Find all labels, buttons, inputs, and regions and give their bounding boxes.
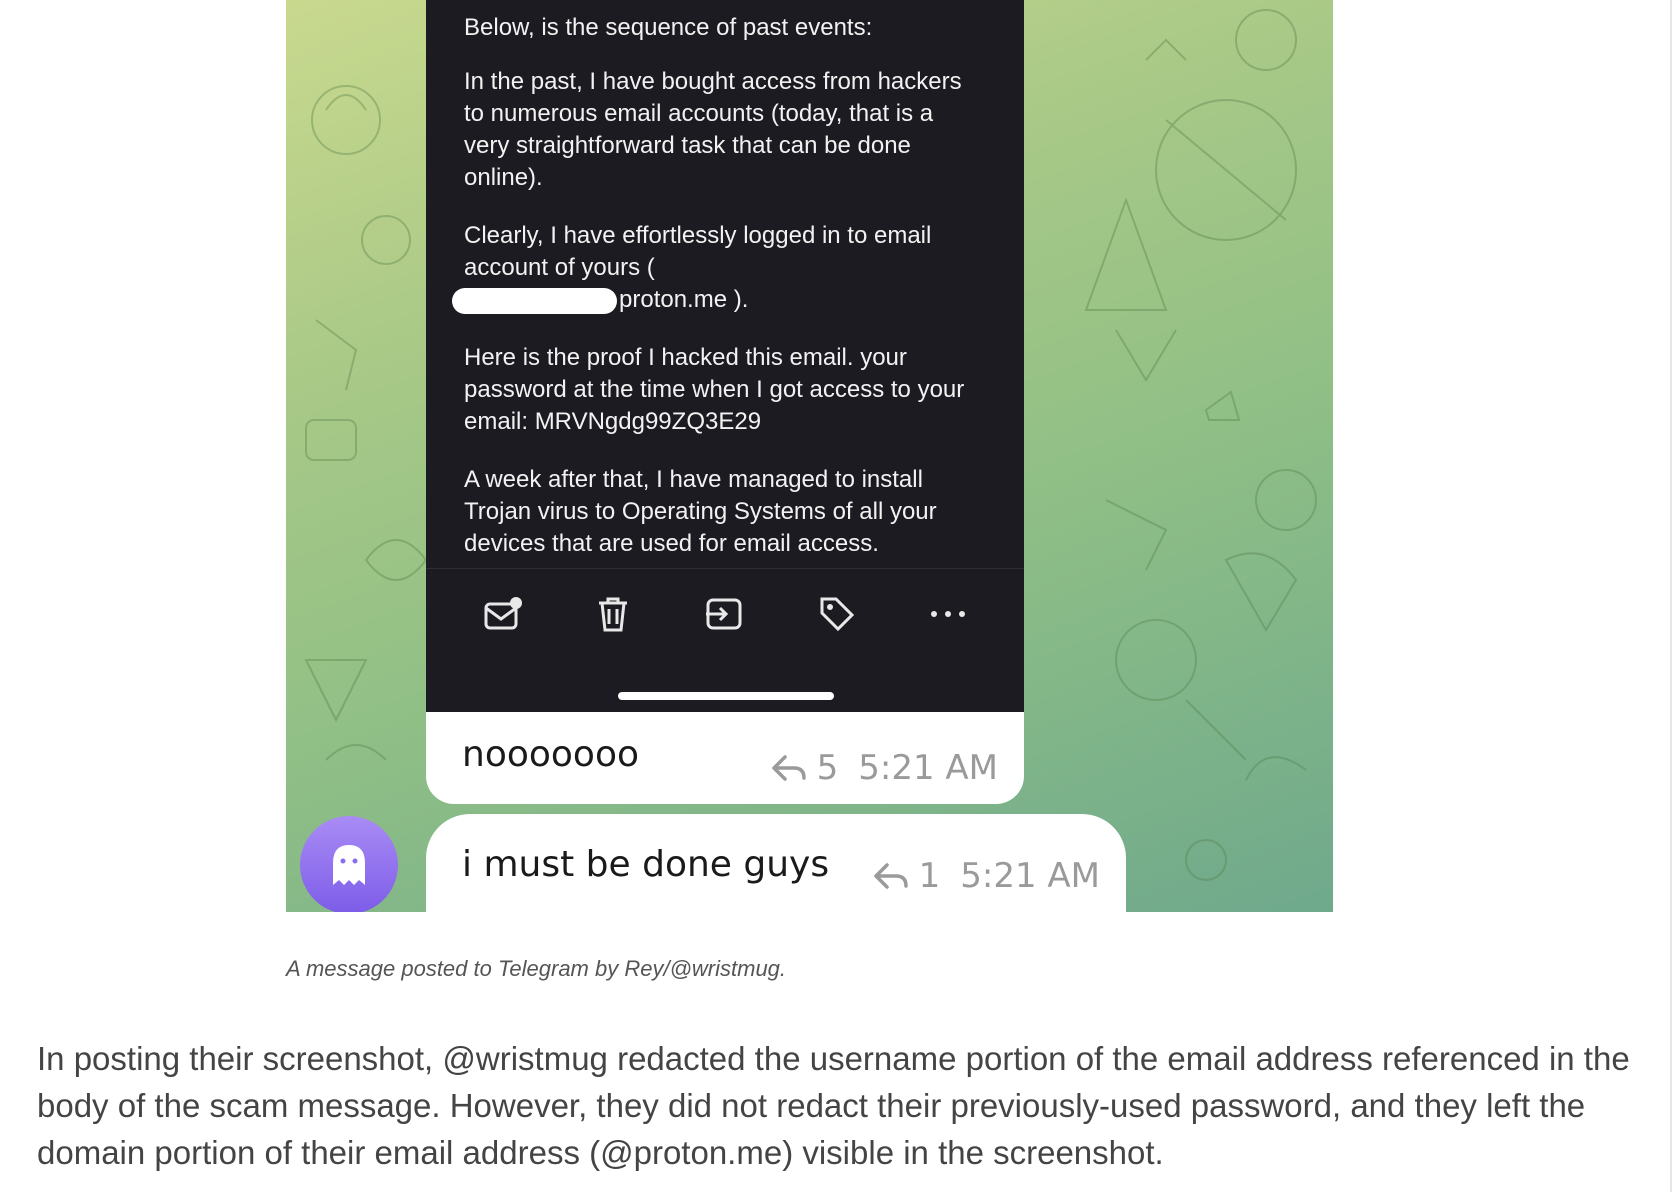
avatar[interactable]: [300, 816, 398, 912]
label-icon[interactable]: [818, 595, 856, 633]
home-indicator: [618, 692, 834, 700]
email-paragraph: Below, is the sequence of past events:: [464, 14, 873, 41]
ghost-icon: [333, 845, 365, 885]
chat-message[interactable]: i must be done guys 1 5:21 AM: [426, 814, 1126, 912]
page-edge: [1670, 0, 1672, 1192]
message-meta: 1 5:21 AM: [873, 856, 1100, 896]
email-paragraph: Here is the proof I hacked this email. y…: [464, 344, 965, 435]
reply-count: 1: [918, 856, 941, 896]
reply-icon[interactable]: [873, 861, 909, 891]
message-time: 5:21 AM: [858, 748, 998, 788]
reply-count: 5: [816, 748, 839, 788]
figure-caption: A message posted to Telegram by Rey/@wri…: [286, 956, 787, 981]
more-icon[interactable]: [929, 609, 967, 619]
email-paragraph: Clearly, I have effortlessly logged in t…: [452, 220, 984, 316]
chat-message[interactable]: nooooooo 5 5:21 AM: [426, 712, 1024, 804]
move-icon[interactable]: [704, 596, 744, 632]
trash-icon[interactable]: [596, 595, 630, 633]
telegram-screenshot: Below, is the sequence of past events: I…: [286, 0, 1333, 912]
message-text: i must be done guys: [462, 844, 830, 885]
email-domain-text: proton.me ).: [619, 286, 749, 313]
mark-unread-icon[interactable]: [483, 596, 523, 632]
article-paragraph: In posting their screenshot, @wristmug r…: [37, 1040, 1630, 1171]
email-action-bar: [426, 568, 1024, 658]
message-meta: 5 5:21 AM: [771, 748, 998, 788]
email-text-before-redaction: Clearly, I have effortlessly logged in t…: [464, 222, 932, 281]
reply-icon[interactable]: [771, 753, 807, 783]
email-view: Below, is the sequence of past events: I…: [426, 0, 1024, 712]
email-paragraph: In the past, I have bought access from h…: [464, 68, 962, 191]
message-text: nooooooo: [462, 734, 639, 775]
message-time: 5:21 AM: [960, 856, 1100, 896]
email-paragraph: A week after that, I have managed to ins…: [464, 466, 937, 557]
redaction-mark: [452, 287, 617, 314]
email-body: Below, is the sequence of past events: I…: [452, 12, 984, 586]
